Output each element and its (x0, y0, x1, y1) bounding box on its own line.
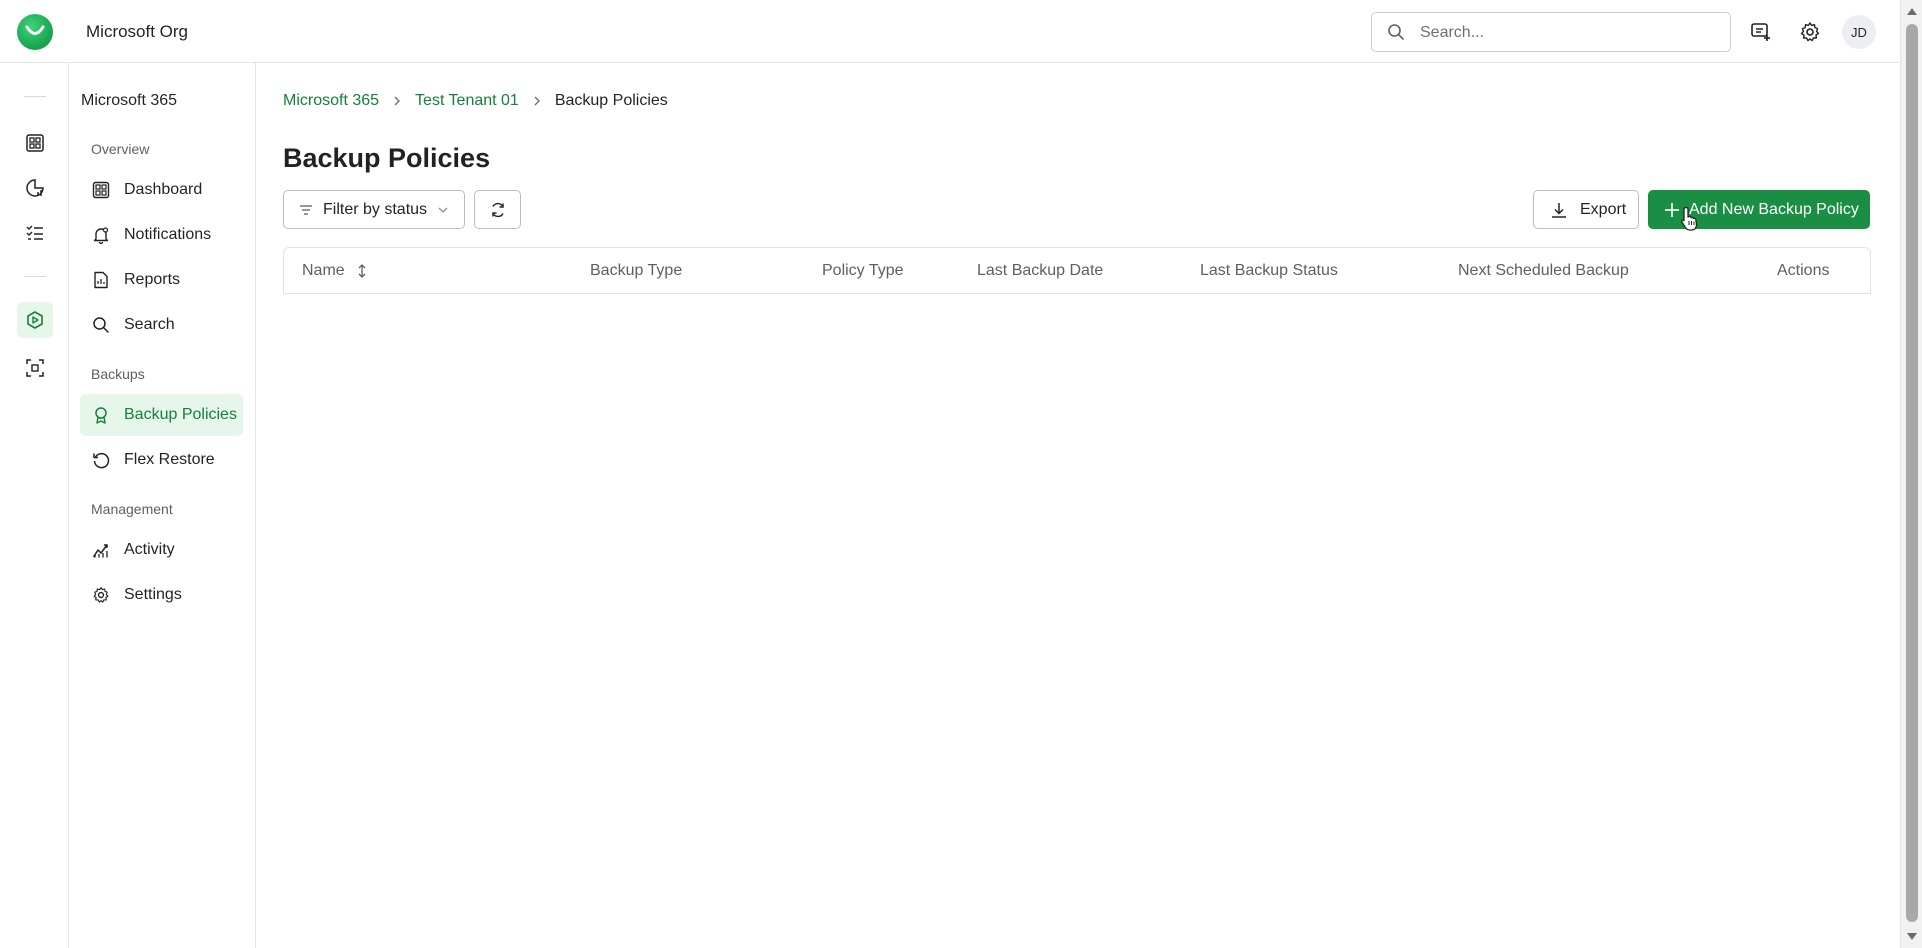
plus-icon (1663, 201, 1681, 219)
scrollbar-thumb[interactable] (1906, 24, 1918, 922)
rail-divider (24, 276, 46, 277)
section-management: Management (91, 501, 173, 517)
checklist-icon[interactable] (17, 215, 53, 251)
org-name[interactable]: Microsoft Org (86, 22, 188, 42)
sidebar-item-label: Reports (124, 271, 181, 288)
export-button[interactable]: Export (1533, 190, 1639, 229)
policies-table: Name Backup Type Policy Type Last Backup… (283, 247, 1871, 294)
activity-icon (91, 540, 111, 560)
sidebar-item-notifications[interactable]: Notifications (80, 214, 243, 256)
backup-hex-icon[interactable] (17, 302, 53, 338)
filter-icon (299, 204, 313, 216)
column-header-actions: Actions (1777, 261, 1830, 279)
sidebar-item-label: Notifications (124, 226, 212, 243)
chevron-right-icon (533, 95, 541, 107)
sidebar-item-dashboard[interactable]: Dashboard (80, 169, 243, 211)
column-header-backup-type: Backup Type (590, 261, 683, 279)
search-icon (1387, 23, 1405, 46)
sidebar: Microsoft 365 Overview Dashboard Notific… (69, 63, 256, 948)
scroll-up-arrow-icon[interactable] (1907, 8, 1917, 15)
sidebar-item-label: Dashboard (124, 181, 203, 198)
restore-icon (91, 450, 111, 470)
gear-icon[interactable] (1794, 16, 1826, 48)
vertical-scrollbar[interactable] (1900, 0, 1922, 948)
column-header-last-backup-status: Last Backup Status (1200, 261, 1338, 279)
section-backups: Backups (91, 366, 145, 382)
sidebar-item-label: Flex Restore (124, 451, 215, 468)
search-input[interactable] (1420, 22, 1710, 44)
sidebar-item-activity[interactable]: Activity (80, 529, 243, 571)
scroll-down-arrow-icon[interactable] (1907, 933, 1917, 940)
sidebar-item-label: Settings (124, 586, 182, 603)
breadcrumb-link[interactable]: Microsoft 365 (283, 92, 379, 110)
global-search[interactable] (1371, 12, 1731, 52)
add-label: Add New Backup Policy (1689, 200, 1859, 218)
report-icon (91, 270, 111, 290)
breadcrumb-current: Backup Policies (554, 92, 668, 109)
sidebar-item-label: Activity (124, 541, 175, 558)
chat-add-icon[interactable] (1745, 16, 1777, 48)
sidebar-item-settings[interactable]: Settings (80, 574, 243, 616)
refresh-button[interactable] (474, 190, 521, 229)
sidebar-item-label: Backup Policies (124, 406, 237, 423)
scan-icon[interactable] (17, 350, 53, 386)
app-logo[interactable] (17, 14, 53, 50)
sort-icon[interactable] (357, 263, 367, 279)
chevron-down-icon (437, 206, 449, 214)
download-icon (1550, 201, 1568, 219)
award-icon (91, 405, 111, 425)
avatar[interactable]: JD (1842, 15, 1876, 49)
chevron-right-icon (393, 95, 401, 107)
refresh-icon (489, 201, 507, 219)
sidebar-item-flex-restore[interactable]: Flex Restore (80, 439, 243, 481)
export-label: Export (1580, 200, 1627, 218)
search-icon (91, 315, 111, 335)
breadcrumb-link[interactable]: Test Tenant 01 (415, 92, 519, 110)
dashboard-icon[interactable] (17, 125, 53, 161)
icon-rail (0, 63, 69, 948)
main-content: Microsoft 365 Test Tenant 01 Backup Poli… (256, 63, 1900, 948)
dashboard-icon (91, 180, 111, 200)
sidebar-item-search[interactable]: Search (80, 304, 243, 346)
filter-by-status-dropdown[interactable]: Filter by status (283, 190, 465, 229)
column-header-name[interactable]: Name (302, 248, 367, 293)
mouse-pointer-icon (1680, 206, 1700, 237)
sidebar-title: Microsoft 365 (81, 92, 178, 109)
filter-label: Filter by status (323, 200, 428, 218)
rail-divider (24, 96, 46, 97)
top-bar: Microsoft Org JD (0, 0, 1900, 63)
gear-icon (91, 585, 111, 605)
section-overview: Overview (91, 141, 150, 157)
column-header-last-backup-date: Last Backup Date (977, 261, 1104, 279)
column-header-policy-type: Policy Type (822, 261, 904, 279)
column-header-next-scheduled-backup: Next Scheduled Backup (1458, 261, 1629, 279)
sidebar-item-reports[interactable]: Reports (80, 259, 243, 301)
sidebar-item-label: Search (124, 316, 175, 333)
bell-icon (91, 225, 111, 245)
sidebar-item-backup-policies[interactable]: Backup Policies (80, 394, 243, 436)
breadcrumb: Microsoft 365 Test Tenant 01 Backup Poli… (283, 92, 668, 110)
page-title: Backup Policies (283, 143, 491, 173)
reports-icon[interactable] (17, 170, 53, 206)
